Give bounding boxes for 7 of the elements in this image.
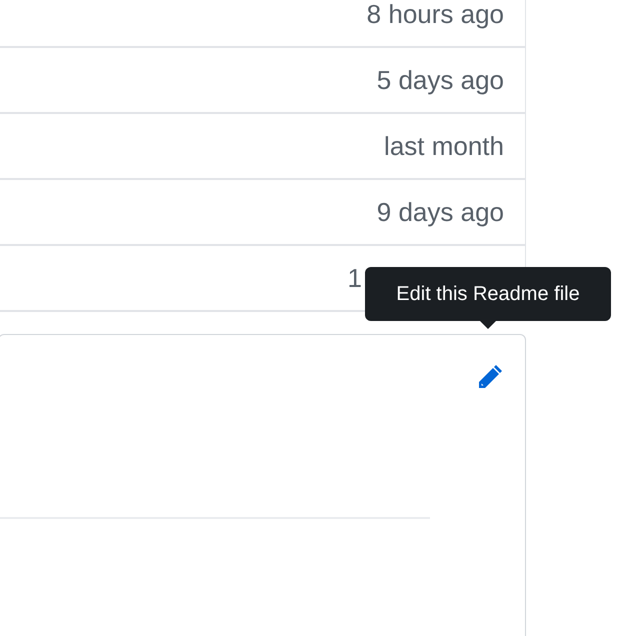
commit-age: 1	[348, 263, 362, 293]
commit-age: 9 days ago	[376, 197, 504, 227]
tooltip: Edit this Readme file	[365, 267, 611, 329]
commit-age: 8 hours ago	[366, 0, 504, 29]
commit-age: 5 days ago	[376, 65, 504, 95]
pencil-icon[interactable]	[476, 363, 504, 391]
commit-age: last month	[384, 131, 504, 161]
